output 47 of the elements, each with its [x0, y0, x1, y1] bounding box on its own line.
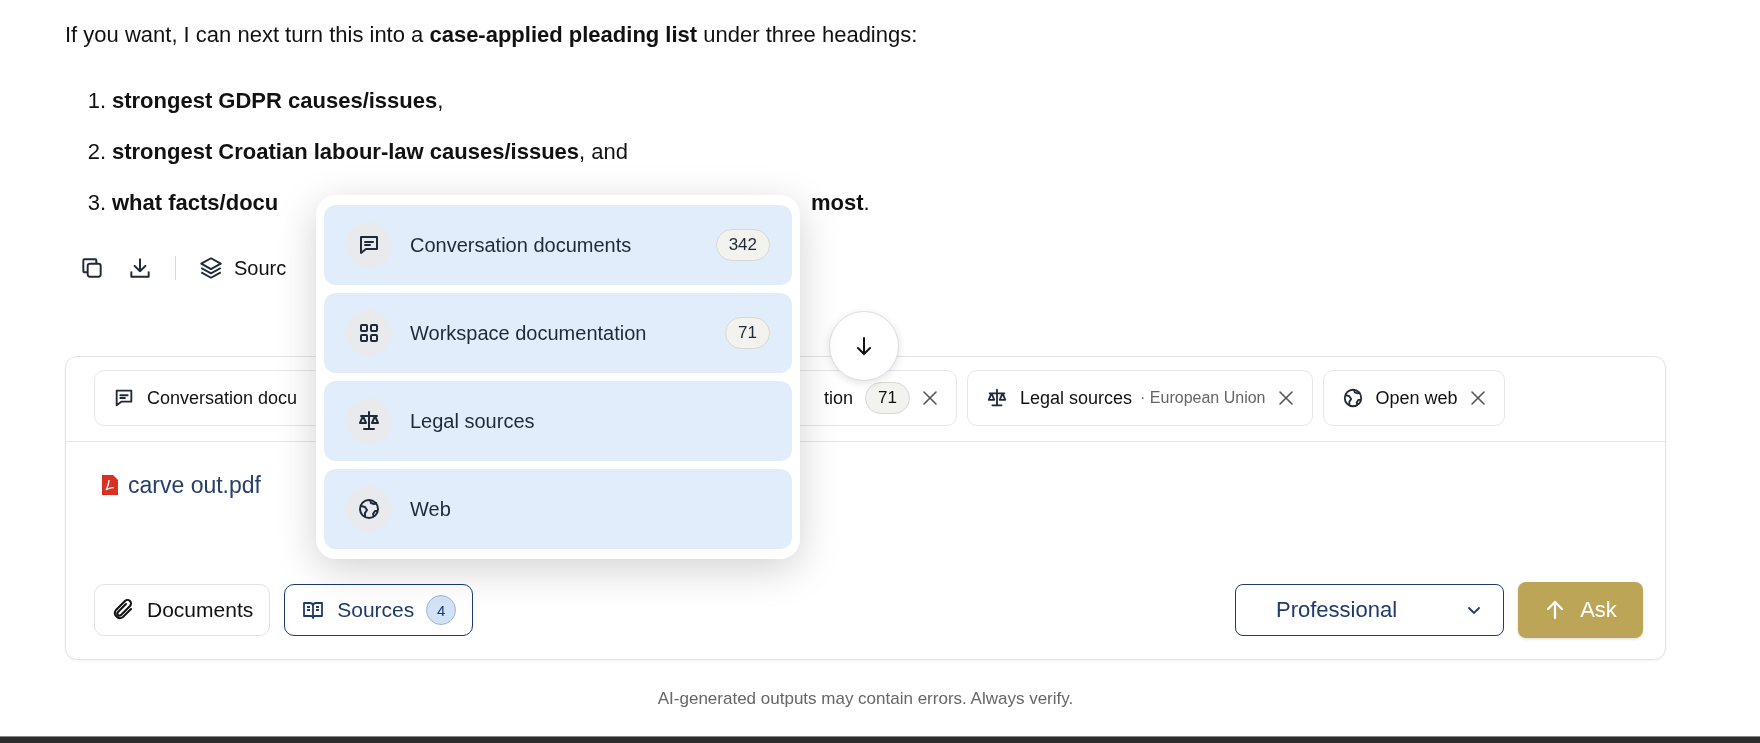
count-badge: 342 — [715, 229, 770, 261]
speech-bubble-icon — [113, 387, 135, 409]
mode-dropdown[interactable]: Professional — [1235, 584, 1504, 636]
documents-button[interactable]: Documents — [94, 584, 271, 636]
grid-icon — [357, 321, 381, 345]
count-badge: 71 — [725, 317, 770, 349]
scale-icon — [357, 409, 381, 433]
option-label: Legal sources — [410, 409, 535, 433]
option-label: Workspace documentation — [410, 321, 647, 345]
close-icon[interactable] — [1469, 390, 1486, 406]
source-option[interactable]: Conversation documents 342 — [324, 205, 792, 285]
message-paragraph: If you want, I can next turn this into a case-applied pleading list under three headings: — [65, 21, 919, 49]
scale-icon — [986, 387, 1008, 409]
close-icon[interactable] — [922, 390, 938, 406]
source-chip[interactable]: Open web — [1322, 370, 1505, 426]
list-item-text: strongest Croatian labour-law causes/issues, and — [112, 138, 628, 165]
chip-label: Conversation docu — [147, 387, 298, 409]
list-number: 2. — [86, 138, 106, 165]
list-item-text: what facts/docu — [112, 189, 279, 216]
chip-label: Open web — [1375, 387, 1458, 409]
disclaimer-text: AI-generated outputs may contain errors. Always verify. — [656, 688, 1075, 710]
close-icon[interactable] — [1277, 390, 1294, 406]
sources-button[interactable]: Sources 4 — [284, 584, 474, 636]
chip-detail: · European Union — [1140, 389, 1266, 407]
source-option[interactable]: Web — [324, 469, 792, 549]
chip-label: Legal sources — [1020, 387, 1133, 409]
copy-icon[interactable] — [79, 255, 105, 281]
sources-button[interactable]: Sourc — [198, 255, 287, 281]
layers-icon — [198, 255, 224, 281]
globe-icon — [357, 497, 381, 521]
attachment-link[interactable]: carve out.pdf — [102, 470, 261, 500]
source-option[interactable]: Legal sources — [324, 381, 792, 461]
speech-bubble-icon — [357, 233, 381, 257]
list-number: 1. — [86, 87, 106, 114]
source-option[interactable]: Workspace documentation 71 — [324, 293, 792, 373]
chip-label: tion — [824, 387, 854, 409]
globe-icon — [1341, 387, 1364, 409]
pdf-icon — [102, 475, 118, 495]
paperclip-icon — [111, 598, 135, 622]
option-label: Web — [410, 497, 451, 521]
count-badge: 4 — [426, 595, 457, 625]
list-item-text: strongest GDPR causes/issues, — [112, 87, 444, 114]
count-badge: 71 — [865, 382, 910, 414]
list-number: 3. — [86, 189, 106, 216]
source-chip[interactable]: Legal sources · European Union — [967, 370, 1313, 426]
list-item-text: most. — [811, 189, 870, 216]
option-label: Conversation documents — [410, 233, 632, 257]
